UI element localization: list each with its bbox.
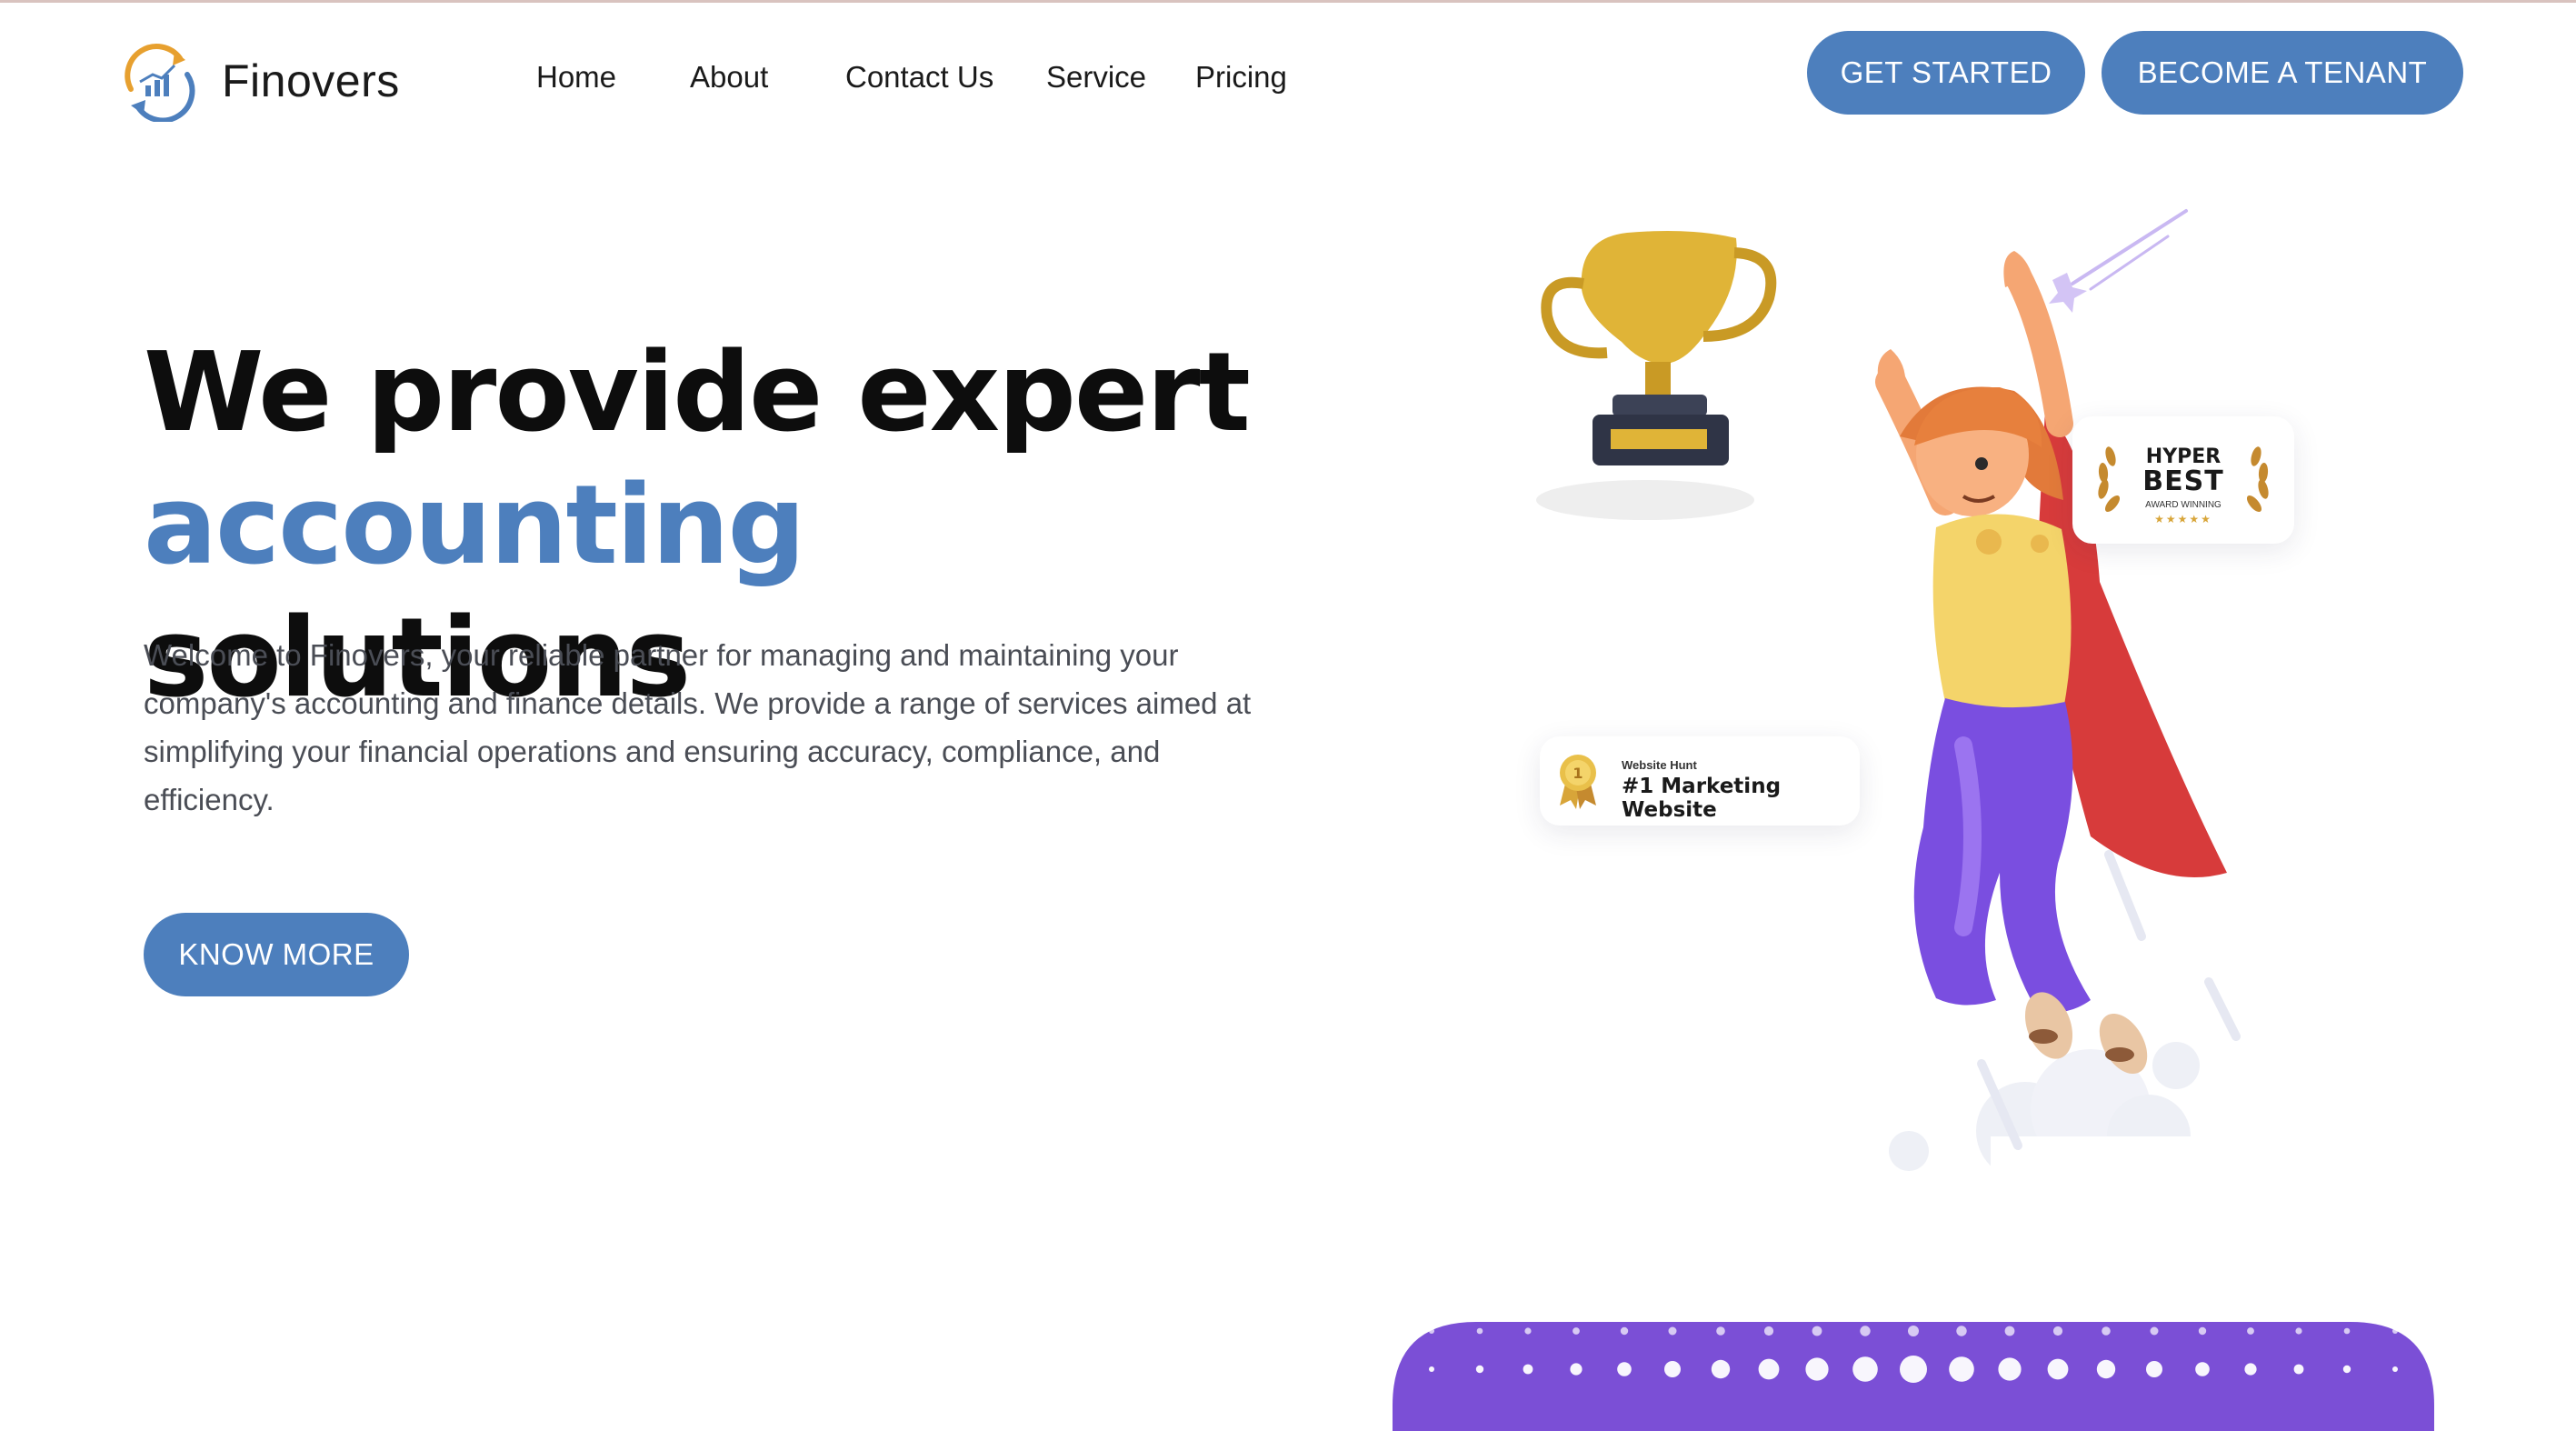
banner-dot <box>1570 1363 1583 1376</box>
hero-description: Welcome to Finovers, your reliable partn… <box>144 638 1252 816</box>
banner-dot <box>1763 1326 1774 1336</box>
banner-dot <box>2150 1326 2159 1336</box>
hero-character <box>1875 251 2227 1075</box>
banner-dot <box>1523 1364 1533 1375</box>
banner-dot <box>1524 1327 1532 1335</box>
banner-dot <box>1860 1326 1871 1336</box>
banner-dot <box>1805 1357 1829 1381</box>
hero-title-accent: accounting <box>144 463 805 589</box>
cloud-shape <box>1889 1042 2200 1200</box>
hero-title-line1: We provide expert <box>144 330 1251 456</box>
banner-dot <box>2247 1327 2254 1335</box>
banner-dot <box>2102 1326 2111 1336</box>
dotted-purple-banner <box>1393 1322 2434 1431</box>
banner-dot <box>1429 1328 1434 1334</box>
banner-dot <box>1900 1356 1927 1383</box>
nav-home[interactable]: Home <box>536 60 616 95</box>
banner-dot <box>1852 1356 1878 1382</box>
trophy-icon <box>1536 231 1777 520</box>
banner-dot <box>2392 1328 2398 1334</box>
banner-dot <box>1617 1362 1632 1376</box>
know-more-button[interactable]: KNOW MORE <box>144 913 409 996</box>
banner-dot <box>2047 1358 2069 1380</box>
medal-icon: 1 <box>1560 755 1596 809</box>
banner-dot <box>1998 1357 2022 1381</box>
shooting-star-icon <box>2049 209 2188 313</box>
medal-rank: 1 <box>1573 765 1583 782</box>
banner-dot <box>2244 1363 2257 1376</box>
banner-dot <box>1475 1365 1484 1374</box>
brand-name: Finovers <box>222 55 400 106</box>
banner-dot <box>2295 1327 2302 1335</box>
banner-dot <box>2195 1362 2210 1376</box>
banner-dot <box>1620 1326 1629 1336</box>
finovers-logo-icon <box>125 44 195 122</box>
hyper-best-badge: HYPER BEST AWARD WINNING ★★★★★ <box>2072 416 2294 544</box>
banner-dot <box>1573 1327 1580 1335</box>
banner-dot <box>1949 1356 1974 1382</box>
banner-dot <box>2096 1359 2116 1379</box>
become-tenant-button[interactable]: BECOME A TENANT <box>2102 31 2463 115</box>
banner-dot <box>1668 1326 1677 1336</box>
nav-service[interactable]: Service <box>1046 60 1146 95</box>
get-started-button[interactable]: GET STARTED <box>1807 31 2085 115</box>
website-hunt-label: Website Hunt <box>1622 758 1697 772</box>
award-winning-label: AWARD WINNING <box>2145 500 2222 510</box>
banner-dot <box>2392 1366 2398 1372</box>
banner-dot <box>2342 1365 2351 1374</box>
banner-dot <box>1429 1366 1434 1372</box>
logo[interactable]: Finovers <box>118 40 400 122</box>
banner-dot <box>1812 1326 1822 1336</box>
nav-pricing[interactable]: Pricing <box>1195 60 1287 95</box>
banner-dot <box>2198 1326 2207 1336</box>
banner-dot <box>1476 1327 1483 1335</box>
banner-dot <box>2004 1326 2015 1336</box>
website-hunt-badge: 1 Website Hunt #1 Marketing Website <box>1540 736 1860 826</box>
banner-dot <box>2052 1326 2063 1336</box>
banner-dot <box>1711 1359 1731 1379</box>
banner-dot <box>1956 1326 1967 1336</box>
nav-about[interactable]: About <box>690 60 768 95</box>
top-border <box>0 0 2576 3</box>
banner-dot <box>2343 1327 2351 1335</box>
banner-dot <box>1716 1326 1725 1336</box>
hero-illustration <box>1536 209 2241 1200</box>
banner-dot <box>1758 1358 1780 1380</box>
banner-dot <box>1664 1361 1681 1377</box>
nav-contact-us[interactable]: Contact Us <box>845 60 993 95</box>
marketing-website-label: #1 Marketing Website <box>1622 775 1782 822</box>
rating-stars-icon: ★★★★★ <box>2154 513 2212 525</box>
best-label: BEST <box>2142 465 2224 497</box>
banner-dot <box>2146 1361 2162 1377</box>
banner-dot <box>2293 1364 2304 1375</box>
banner-dot <box>1908 1326 1919 1336</box>
